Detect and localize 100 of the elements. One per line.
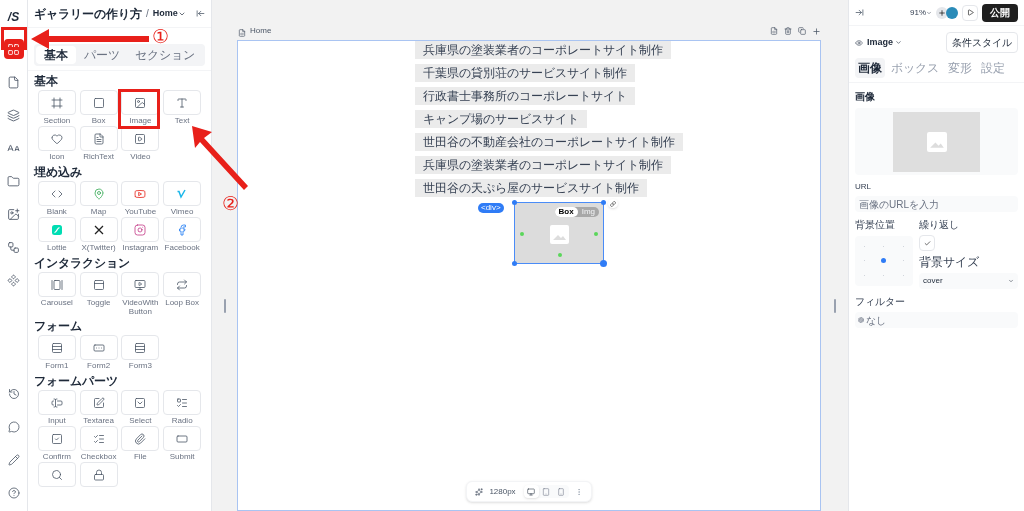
- step-marker: ②: [222, 194, 239, 213]
- component-tile[interactable]: [37, 90, 76, 115]
- component-tile[interactable]: [37, 335, 76, 360]
- chevron-icon: [1008, 278, 1014, 284]
- lock-icon: [92, 468, 105, 481]
- collapse-icon[interactable]: [196, 9, 205, 18]
- component-tile[interactable]: [163, 181, 202, 206]
- visibility-icon[interactable]: [855, 38, 863, 47]
- component-tile[interactable]: [163, 90, 202, 115]
- component-tile[interactable]: [121, 390, 160, 415]
- zoom-selector[interactable]: 91%: [910, 6, 932, 19]
- component-tile[interactable]: [79, 181, 118, 206]
- component-tile[interactable]: [37, 217, 76, 242]
- component-tile[interactable]: [121, 426, 160, 451]
- carousel-icon: [50, 278, 63, 291]
- annotation-arrow: [192, 126, 248, 190]
- component-tile[interactable]: [37, 390, 76, 415]
- component-tile[interactable]: [121, 181, 160, 206]
- component-tile[interactable]: [121, 272, 160, 297]
- component-tile[interactable]: [79, 217, 118, 242]
- sparkle-icon[interactable]: [475, 487, 484, 496]
- url-field[interactable]: 画像のURLを入力: [855, 196, 1018, 212]
- plus-icon: [938, 8, 946, 17]
- trash-icon[interactable]: [784, 27, 792, 35]
- category-tab[interactable]: 基本: [36, 46, 76, 64]
- add-collaborator-button[interactable]: [936, 6, 948, 19]
- vimeo-icon: [176, 187, 189, 200]
- element-selector[interactable]: Image: [867, 35, 902, 50]
- list-item: 兵庫県の塗装業者のコーポレートサイト制作: [415, 41, 671, 59]
- image-icon: [134, 96, 147, 109]
- expand-icon[interactable]: [855, 8, 864, 17]
- history-icon: [7, 388, 20, 400]
- category-tab[interactable]: パーツ: [75, 46, 128, 64]
- field-label: 繰り返し: [919, 218, 960, 232]
- tile-label: Vimeo: [169, 206, 195, 217]
- corner-handle[interactable]: [601, 200, 606, 205]
- category-tab[interactable]: セクション: [127, 46, 203, 64]
- corner-handle[interactable]: [512, 200, 517, 205]
- tile-label: Text: [173, 115, 191, 126]
- size-select[interactable]: cover: [919, 273, 1018, 289]
- component-tile[interactable]: [37, 426, 76, 451]
- image-placeholder-icon: [550, 225, 569, 244]
- select-icon: [134, 396, 147, 409]
- component-tile[interactable]: [37, 272, 76, 297]
- page-selector[interactable]: Home: [152, 6, 186, 21]
- mode-toggle[interactable]: Box Img: [554, 207, 599, 217]
- component-tile[interactable]: [37, 126, 76, 151]
- toggle-option[interactable]: Box: [554, 207, 578, 217]
- corner-handle[interactable]: [512, 261, 517, 266]
- play-icon: [966, 9, 974, 16]
- component-tile[interactable]: [79, 335, 118, 360]
- component-tile[interactable]: [37, 181, 76, 206]
- tile-label: Lottie: [46, 242, 68, 253]
- conditional-style-button[interactable]: 条件スタイル: [946, 32, 1018, 53]
- checkbox-icon: [50, 432, 63, 445]
- device-button[interactable]: [523, 485, 539, 498]
- copy-icon[interactable]: [798, 27, 806, 35]
- page-icon: [238, 29, 246, 37]
- tile-label: File: [132, 451, 148, 462]
- user-avatar[interactable]: [946, 6, 958, 19]
- tile-label: X(Twitter): [80, 242, 117, 253]
- code-file-icon[interactable]: [770, 27, 778, 35]
- component-tile[interactable]: [163, 390, 202, 415]
- component-tile[interactable]: [121, 335, 160, 360]
- tile-label: Form2: [86, 360, 112, 371]
- filter-select[interactable]: なし: [855, 312, 1018, 328]
- section-title: 埋め込み: [32, 165, 83, 179]
- paperclip-icon: [134, 432, 147, 445]
- selected-image-box[interactable]: Box Img: [514, 202, 604, 264]
- component-tile[interactable]: [79, 90, 118, 115]
- resize-handle[interactable]: [223, 298, 226, 313]
- preview-button[interactable]: [962, 4, 978, 21]
- project-name[interactable]: ギャラリーの作り方: [34, 4, 142, 23]
- tile-label: VideoWith Button: [121, 297, 160, 316]
- tile-label: Instagram: [121, 242, 160, 253]
- publish-button[interactable]: 公開: [982, 3, 1018, 22]
- component-tile[interactable]: [79, 426, 118, 451]
- heart-icon: [50, 132, 63, 145]
- tile-label: Form1: [44, 360, 70, 371]
- tile-label: Carousel: [39, 297, 74, 308]
- repeat-checkbox[interactable]: [919, 235, 935, 251]
- component-tile[interactable]: [37, 462, 76, 487]
- highlight-frame: [118, 89, 160, 129]
- video-button-icon: [134, 278, 147, 291]
- corner-handle[interactable]: [600, 260, 607, 267]
- link-button[interactable]: [608, 199, 618, 208]
- component-tile[interactable]: [79, 390, 118, 415]
- component-tile[interactable]: [79, 462, 118, 487]
- component-tile[interactable]: [121, 217, 160, 242]
- component-tile[interactable]: [79, 272, 118, 297]
- resize-handle[interactable]: [833, 298, 836, 313]
- inspector-tab[interactable]: 画像: [855, 58, 885, 78]
- component-tile[interactable]: [163, 217, 202, 242]
- component-tile[interactable]: [163, 426, 202, 451]
- plus-icon[interactable]: [812, 27, 821, 36]
- grid-icon: [7, 42, 20, 56]
- tablet-icon: [542, 487, 551, 496]
- component-tile[interactable]: [163, 272, 202, 297]
- field-label: URL: [855, 181, 872, 193]
- component-tile[interactable]: [79, 126, 118, 151]
